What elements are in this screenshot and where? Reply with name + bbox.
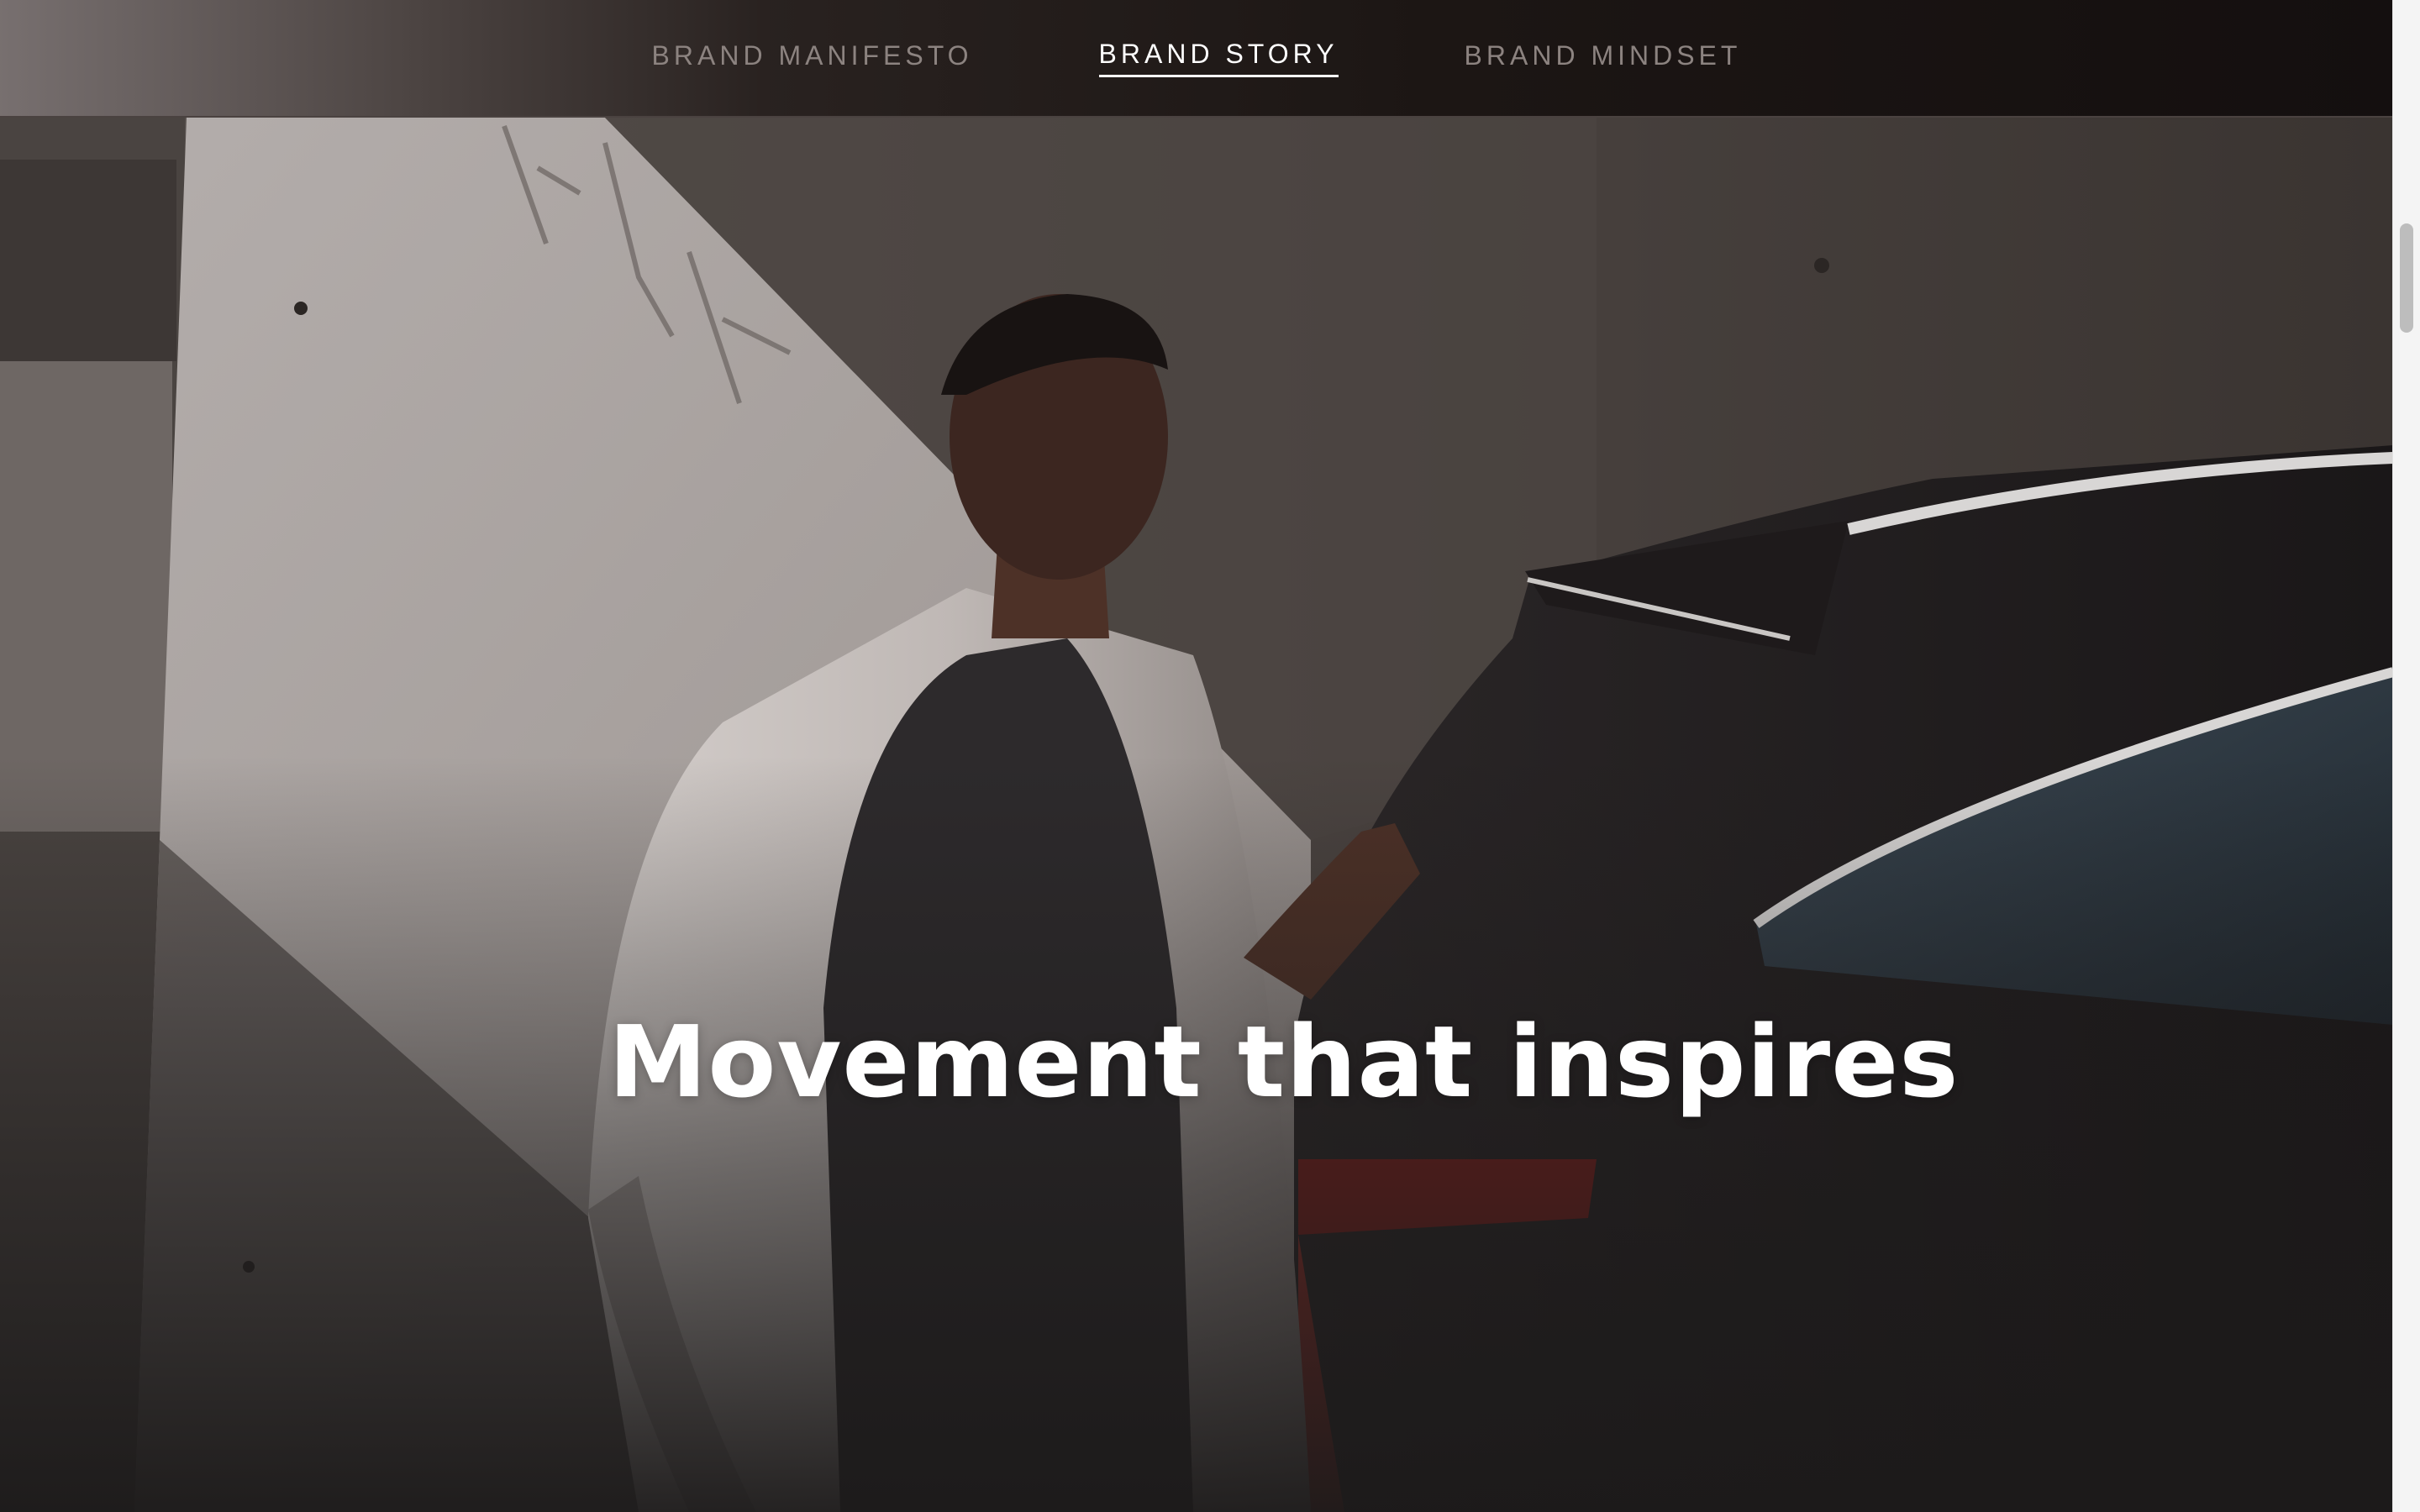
page: BRAND MANIFESTO BRAND STORY BRAND MINDSE… bbox=[0, 0, 2420, 1512]
hero-headline: Movement that inspires bbox=[608, 1004, 1960, 1120]
nav-brand-mindset[interactable]: BRAND MINDSET bbox=[1465, 40, 1742, 76]
hero-photo-illustration bbox=[0, 0, 2393, 1512]
hero-image bbox=[0, 0, 2393, 1512]
scrollbar-thumb[interactable] bbox=[2400, 223, 2413, 333]
nav-brand-story[interactable]: BRAND STORY bbox=[1098, 39, 1339, 77]
vertical-scrollbar[interactable] bbox=[2392, 0, 2420, 1512]
nav-brand-manifesto[interactable]: BRAND MANIFESTO bbox=[652, 40, 973, 76]
section-nav: BRAND MANIFESTO BRAND STORY BRAND MINDSE… bbox=[0, 0, 2393, 118]
